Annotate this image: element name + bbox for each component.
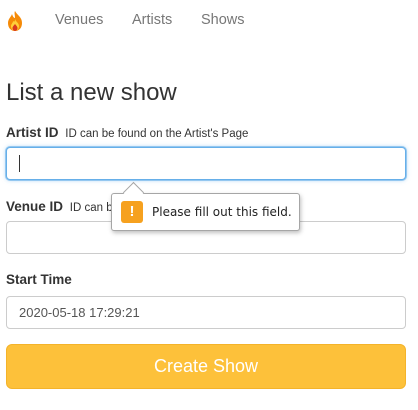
validation-message: Please fill out this field.: [152, 205, 292, 219]
nav-link-venues[interactable]: Venues: [55, 12, 103, 28]
tooltip-arrow: [122, 181, 145, 204]
artist-id-input[interactable]: [6, 147, 406, 180]
create-show-button[interactable]: Create Show: [6, 344, 406, 389]
artist-id-hint: ID can be found on the Artist's Page: [65, 128, 249, 140]
nav-link-artists[interactable]: Artists: [132, 12, 172, 28]
artist-id-label: Artist ID ID can be found on the Artist'…: [6, 125, 248, 140]
nav-link-shows[interactable]: Shows: [201, 12, 245, 28]
page-title: List a new show: [6, 79, 177, 106]
start-time-label: Start Time: [6, 272, 72, 287]
fire-icon[interactable]: [5, 10, 25, 32]
warning-icon: !: [121, 201, 143, 223]
navbar: Venues Artists Shows: [0, 0, 418, 42]
artist-id-label-text: Artist ID: [6, 125, 59, 140]
venue-id-label: Venue ID ID can be: [6, 199, 119, 214]
start-time-input[interactable]: [6, 296, 406, 329]
start-time-label-text: Start Time: [6, 272, 72, 287]
venue-id-label-text: Venue ID: [6, 199, 64, 214]
text-caret: [19, 155, 20, 172]
validation-tooltip: ! Please fill out this field.: [111, 181, 300, 231]
